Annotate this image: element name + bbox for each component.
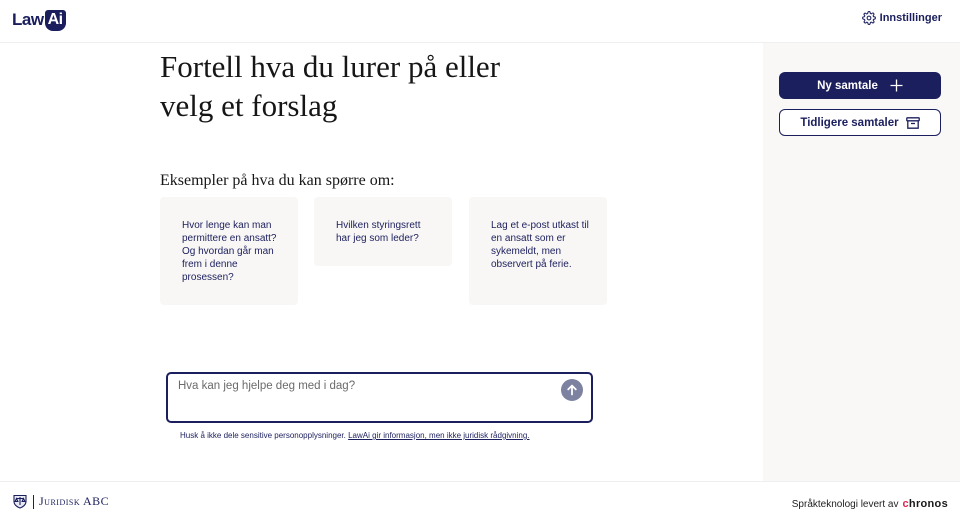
send-button[interactable] [561,379,583,401]
example-card-1[interactable]: Hvor lenge kan man permittere en ansatt?… [160,197,298,305]
example-card-3[interactable]: Lag et e-post utkast til en ansatt som e… [469,197,607,305]
chat-input[interactable] [178,380,548,392]
archive-box-icon [905,116,920,129]
chronos-logo[interactable]: chronos [903,498,949,510]
settings-button[interactable]: Innstillinger [861,11,942,25]
previous-chats-label: Tidligere samtaler [800,116,899,129]
disclaimer: Husk å ikke dele sensitive personopplysn… [180,431,530,440]
sidebar: Ny samtale Tidligere samtaler [763,43,960,481]
previous-chats-button[interactable]: Tidligere samtaler [779,109,941,136]
chronos-logo-rest: hronos [908,498,948,510]
technology-credit: Språkteknologi levert av chronos [792,498,948,510]
logo-text-law: Law [12,10,44,29]
settings-label: Innstillinger [879,12,942,24]
page-title-line2: velg et forslag [160,88,338,123]
page-title-line1: Fortell hva du lurer på eller [160,49,501,84]
page-title: Fortell hva du lurer på eller velg et fo… [160,47,540,125]
partner-logo-text: Juridisk ABC [39,494,110,508]
logo-separator [33,494,34,509]
lawai-logo[interactable]: Law Ai [12,9,66,31]
new-chat-label: Ny samtale [817,79,878,92]
disclaimer-link[interactable]: LawAi gir informasjon, men ikke juridisk… [348,431,529,440]
gear-icon [861,11,876,25]
chat-input-box [166,372,593,423]
new-chat-button[interactable]: Ny samtale [779,72,941,99]
examples-heading: Eksempler på hva du kan spørre om: [160,172,395,189]
disclaimer-text: Husk å ikke dele sensitive personopplysn… [180,431,346,440]
scales-shield-icon [13,494,27,509]
juridisk-abc-logo[interactable]: Juridisk ABC [12,494,109,509]
example-card-2[interactable]: Hvilken styringsrett har jeg som leder? [314,197,452,266]
footer: Juridisk ABC Språkteknologi levert av ch… [0,481,960,529]
top-bar: Law Ai Innstillinger [0,0,960,43]
plus-icon [890,79,903,92]
logo-text-ai: Ai [44,9,66,31]
credit-text: Språkteknologi levert av [791,498,899,510]
arrow-up-icon [567,384,577,396]
